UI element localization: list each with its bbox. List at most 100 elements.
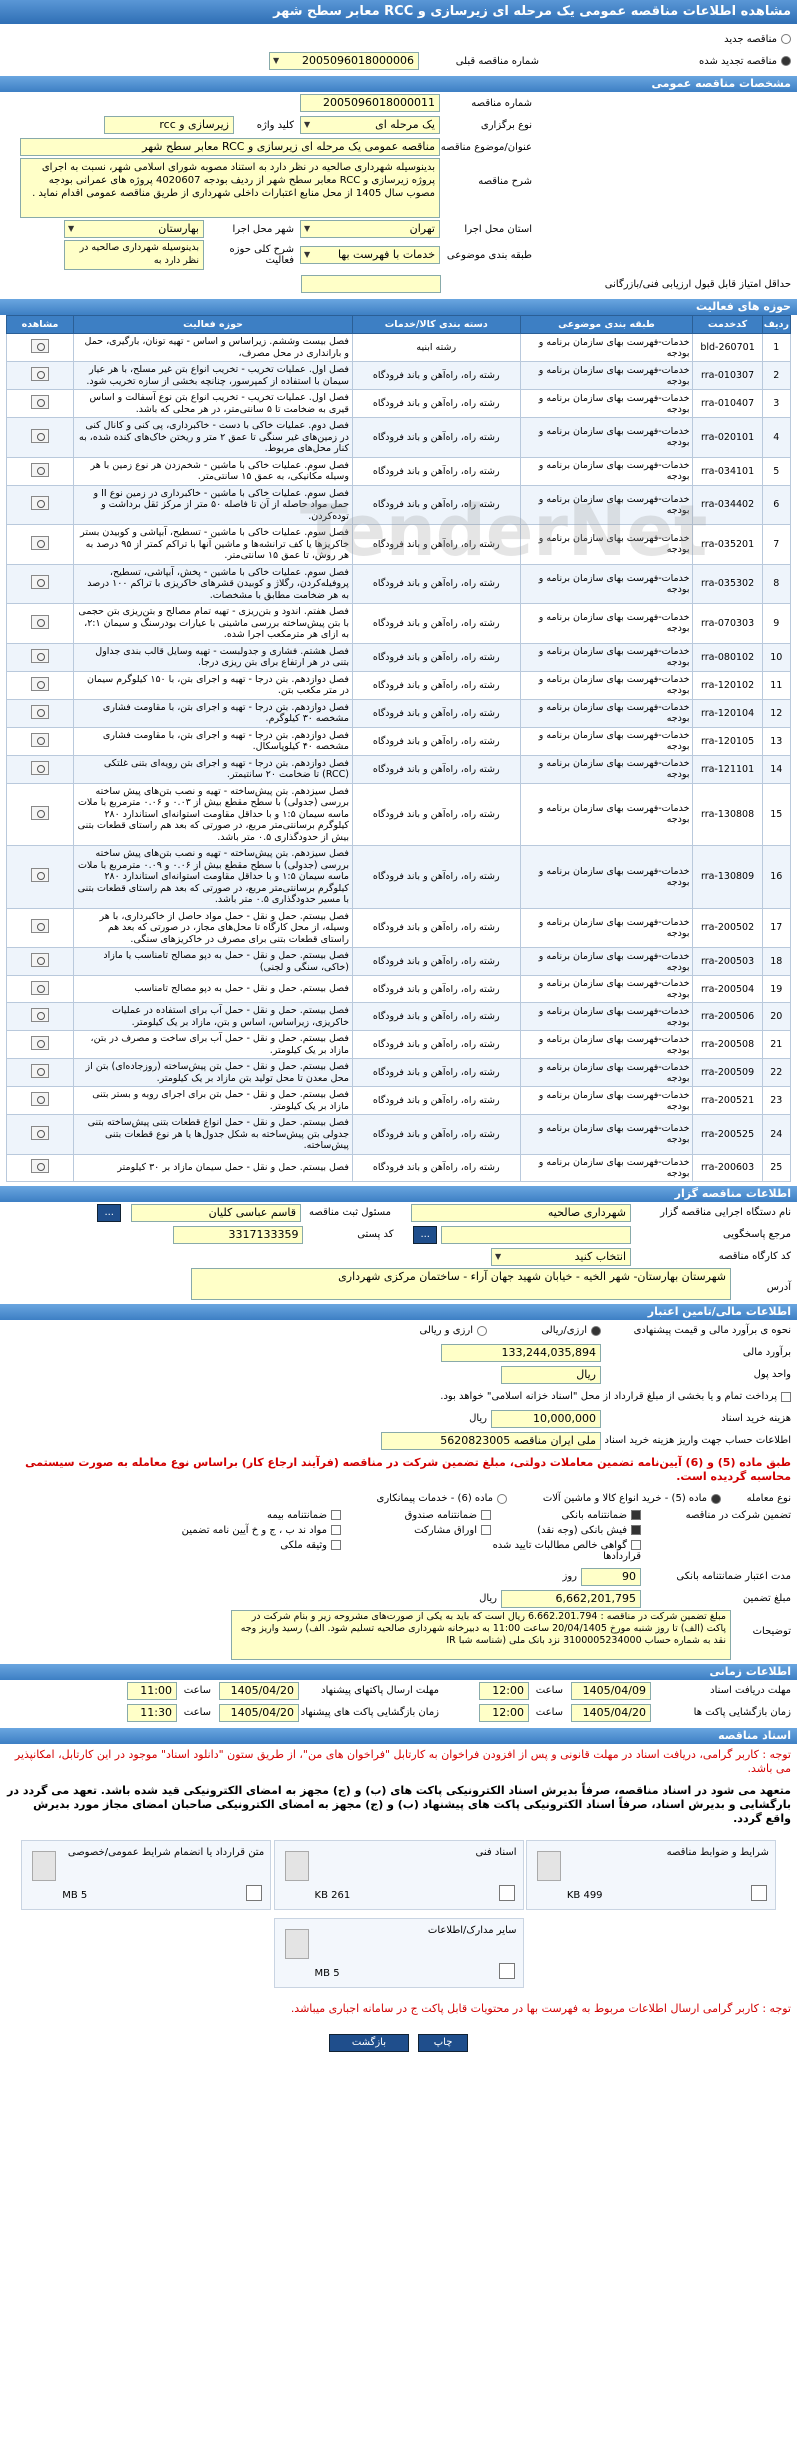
category-select[interactable]: خدمات با فهرست بها: [300, 246, 440, 264]
download-icon[interactable]: [498, 1962, 515, 1979]
receive-time[interactable]: 12:00: [479, 1681, 529, 1700]
view-cell[interactable]: [5, 1058, 75, 1087]
radio-cur1[interactable]: [591, 1325, 601, 1336]
address-field[interactable]: شهرستان بهارستان- شهر الخیه - خیابان شهی…: [191, 1267, 731, 1300]
postal-field[interactable]: 3317133359: [173, 1225, 304, 1244]
type-select[interactable]: یک مرحله ای: [300, 116, 440, 134]
radio-t2[interactable]: [711, 1493, 721, 1504]
view-cell[interactable]: [5, 670, 75, 700]
workshop-select[interactable]: انتخاب کنید: [491, 1247, 631, 1266]
validity-field[interactable]: 90: [581, 1567, 641, 1586]
view-icon[interactable]: [31, 1036, 50, 1050]
pay-checkbox[interactable]: [781, 1391, 791, 1402]
g5[interactable]: اوراق مشارکت: [341, 1524, 491, 1536]
view-cell[interactable]: [5, 361, 75, 390]
radio-cur2[interactable]: [477, 1325, 487, 1336]
view-cell[interactable]: [5, 845, 75, 909]
download-icon[interactable]: [750, 1884, 767, 1901]
ref-more-button[interactable]: ...: [413, 1225, 437, 1244]
view-icon[interactable]: [31, 339, 50, 353]
g1[interactable]: ضمانتنامه بانکی: [491, 1509, 641, 1521]
official-field[interactable]: قاسم عباسی کلیان: [131, 1203, 301, 1222]
view-icon[interactable]: [31, 496, 50, 511]
minscore-field[interactable]: [301, 275, 441, 293]
view-cell[interactable]: [5, 389, 75, 418]
view-icon[interactable]: [31, 1064, 50, 1078]
view-cell[interactable]: [5, 603, 75, 644]
opt-renew-row[interactable]: مناقصه تجدید شده شماره مناقصه قبلی 20050…: [0, 50, 797, 72]
ref-field[interactable]: [441, 1225, 631, 1244]
number-field[interactable]: 2005096018000011: [300, 94, 440, 112]
prev-number-select[interactable]: 2005096018000006: [269, 52, 420, 70]
view-icon[interactable]: [31, 367, 50, 381]
radio-t1[interactable]: [497, 1493, 507, 1504]
view-cell[interactable]: [5, 333, 75, 362]
view-icon[interactable]: [31, 1092, 50, 1106]
view-icon[interactable]: [31, 614, 50, 629]
file-item[interactable]: متن قرارداد یا انضمام شرایط عمومی/خصوصی 5…: [21, 1839, 272, 1910]
view-icon[interactable]: [31, 1125, 50, 1140]
g2[interactable]: ضمانتنامه صندوق: [341, 1509, 491, 1521]
view-cell[interactable]: [5, 1114, 75, 1155]
view-cell[interactable]: [5, 642, 75, 672]
g4[interactable]: فیش بانکی (وجه نقد): [491, 1524, 641, 1536]
g6[interactable]: مواد ند ب ، ج و خ آیین نامه تضمین: [171, 1524, 341, 1536]
subject-field[interactable]: مناقصه عمومی یک مرحله ای زیرسازی و RCC م…: [20, 138, 440, 156]
download-icon[interactable]: [246, 1884, 263, 1901]
open2-time[interactable]: 11:30: [127, 1703, 177, 1722]
province-select[interactable]: تهران: [300, 220, 440, 238]
view-icon[interactable]: [31, 1008, 50, 1022]
view-icon[interactable]: [31, 704, 50, 719]
radio-new[interactable]: [781, 34, 791, 44]
opt-new-row[interactable]: مناقصه جدید: [0, 28, 797, 50]
view-icon[interactable]: [31, 395, 50, 409]
view-cell[interactable]: [5, 975, 75, 1003]
view-icon[interactable]: [31, 676, 50, 691]
view-icon[interactable]: [31, 648, 50, 663]
open-time[interactable]: 12:00: [479, 1703, 529, 1722]
view-cell[interactable]: [5, 754, 75, 784]
submit-date[interactable]: 1405/04/20: [219, 1681, 299, 1700]
g8[interactable]: وثیقه ملکی: [171, 1539, 341, 1562]
file-item[interactable]: شرایط و ضوابط مناقصه 499 KB: [525, 1839, 776, 1910]
official-more-button[interactable]: ...: [97, 1203, 121, 1222]
view-cell[interactable]: [5, 1030, 75, 1059]
view-icon[interactable]: [31, 1159, 50, 1173]
view-cell[interactable]: [5, 726, 75, 756]
view-icon[interactable]: [31, 462, 50, 477]
org-name-field[interactable]: شهرداری صالحیه: [411, 1203, 631, 1222]
print-button[interactable]: چاپ: [418, 2033, 469, 2052]
view-icon[interactable]: [31, 760, 50, 775]
file-item[interactable]: اسناد فنی 261 KB: [273, 1839, 524, 1910]
view-cell[interactable]: [5, 698, 75, 728]
gdesc-field[interactable]: مبلغ تضمین شرکت در مناقصه : 6.662.201.79…: [231, 1609, 731, 1660]
view-icon[interactable]: [31, 919, 50, 934]
view-cell[interactable]: [5, 456, 75, 486]
view-cell[interactable]: [5, 484, 75, 525]
view-icon[interactable]: [31, 575, 50, 590]
g7[interactable]: گواهی خالص مطالبات تایید شده قراردادها: [491, 1539, 641, 1562]
view-cell[interactable]: [5, 782, 75, 846]
g3[interactable]: ضمانتنامه بیمه: [171, 1509, 341, 1521]
open-date[interactable]: 1405/04/20: [571, 1703, 651, 1722]
file-item[interactable]: سایر مدارک/اطلاعات 5 MB: [273, 1917, 524, 1988]
unit-field[interactable]: ریال: [501, 1365, 601, 1384]
docfee-field[interactable]: 10,000,000: [491, 1409, 601, 1428]
submit-time[interactable]: 11:00: [127, 1681, 177, 1700]
view-cell[interactable]: [5, 524, 75, 565]
amount-field[interactable]: 6,662,201,795: [501, 1589, 641, 1608]
account-field[interactable]: ملی ایران مناقصه 5620823005: [381, 1431, 601, 1450]
view-icon[interactable]: [31, 953, 50, 967]
keyword-field[interactable]: زیرسازی و rcc: [104, 116, 234, 134]
download-icon[interactable]: [498, 1884, 515, 1901]
view-icon[interactable]: [31, 535, 50, 550]
view-cell[interactable]: [5, 1153, 75, 1182]
view-cell[interactable]: [5, 563, 75, 604]
back-button[interactable]: بازگشت: [328, 2033, 409, 2052]
desc-field[interactable]: بدینوسیله شهرداری صالحیه در نظر دارد به …: [20, 158, 440, 218]
estimate-field[interactable]: 133,244,035,894: [441, 1343, 601, 1362]
view-icon[interactable]: [31, 428, 50, 443]
activity-field[interactable]: بدینوسیله شهرداری صالحیه در نظر دارد به: [64, 240, 204, 270]
view-cell[interactable]: [5, 1086, 75, 1115]
view-cell[interactable]: [5, 947, 75, 976]
